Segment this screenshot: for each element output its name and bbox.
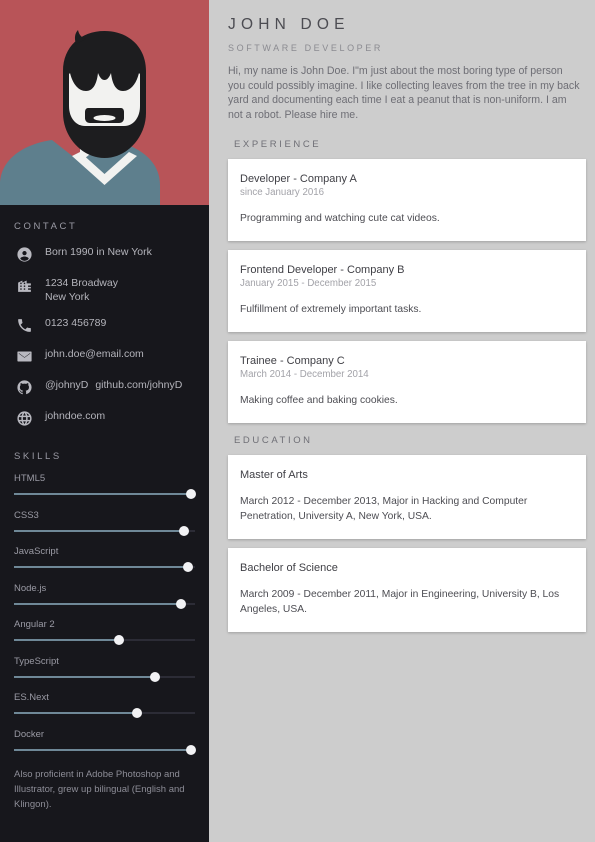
sidebar-note: Also proficient in Adobe Photoshop and I… (14, 768, 185, 810)
page-title: JOHN DOE (228, 16, 350, 33)
contact-github-text: @johnyD github.com/johnyD (45, 377, 182, 393)
slider-fill (14, 639, 119, 641)
education-title: Bachelor of Science (240, 562, 338, 575)
skill-angular2: Angular 2 (14, 619, 195, 645)
skill-slider[interactable] (14, 489, 197, 499)
education-body: March 2012 - December 2013, Major in Hac… (240, 496, 528, 523)
skill-label: CSS3 (14, 509, 39, 521)
slider-fill (14, 675, 156, 678)
contact-email-text: john.doe@email.com (45, 348, 144, 360)
contact-list: Born 1990 in New York 1234 Broadway New … (14, 244, 195, 439)
experience-list: Developer - Company A since January 2016… (228, 159, 586, 424)
skill-nodejs: Node.js (14, 583, 195, 609)
skills-heading: SKILLS (14, 451, 62, 462)
slider-thumb[interactable] (186, 489, 197, 499)
skill-docker: Docker (14, 728, 197, 755)
education-list: Master of Arts March 2012 - December 201… (228, 455, 586, 633)
skill-label: ES.Next (14, 692, 49, 703)
contact-item-website[interactable]: johndoe.com (14, 408, 195, 428)
slider-fill (14, 529, 185, 532)
slider-fill (14, 602, 181, 605)
education-card: Bachelor of Science March 2009 - Decembe… (228, 548, 586, 633)
skill-slider[interactable] (14, 562, 195, 572)
job-role: SOFTWARE DEVELOPER (228, 43, 383, 53)
experience-title: Trainee - Company C (240, 355, 345, 368)
experience-body: Programming and watching cute cat videos… (240, 213, 440, 225)
slider-thumb[interactable] (175, 598, 186, 609)
experience-title: Developer - Company A (240, 173, 357, 186)
skill-label: TypeScript (14, 655, 59, 667)
experience-date: January 2015 - December 2015 (240, 278, 377, 290)
slider-thumb[interactable] (113, 635, 124, 645)
skill-typescript: TypeScript (14, 656, 195, 682)
slider-fill (14, 566, 188, 568)
github-url: github.com/johnyD (95, 379, 183, 391)
resume-page: CONTACT Born 1990 in New York 1234 Broad… (0, 0, 595, 842)
main-content: JOHN DOE SOFTWARE DEVELOPER Hi, my name … (209, 0, 595, 842)
education-card: Master of Arts March 2012 - December 201… (228, 455, 586, 540)
github-icon (14, 377, 34, 397)
skills-list: HTML5 CSS3 JavaScript Node.js Angular 2 … (14, 473, 197, 755)
skill-label: Docker (14, 728, 45, 740)
slider-thumb[interactable] (132, 708, 143, 718)
education-title: Master of Arts (240, 469, 308, 482)
skill-label: Angular 2 (14, 619, 55, 630)
experience-date: March 2014 - December 2014 (240, 369, 369, 381)
contact-item-github[interactable]: @johnyD github.com/johnyD (14, 377, 195, 397)
contact-heading: CONTACT (14, 221, 78, 232)
avatar (0, 0, 209, 205)
contact-item-phone[interactable]: 0123 456789 (14, 315, 195, 335)
contact-item-birth: Born 1990 in New York (14, 244, 195, 264)
sidebar: CONTACT Born 1990 in New York 1234 Broad… (0, 0, 209, 842)
contact-item-address: 1234 Broadway New York (14, 275, 195, 304)
skill-label: JavaScript (14, 546, 59, 557)
experience-card: Frontend Developer - Company B January 2… (228, 250, 586, 333)
education-heading: EDUCATION (234, 435, 313, 447)
slider-fill (14, 748, 192, 751)
skill-slider[interactable] (14, 635, 195, 645)
phone-icon (14, 315, 34, 335)
envelope-icon (14, 346, 34, 366)
slider-thumb[interactable] (186, 744, 197, 755)
contact-birth-text: Born 1990 in New York (45, 246, 152, 258)
education-section: EDUCATION Master of Arts March 2012 - De… (228, 435, 586, 633)
skill-label: HTML5 (14, 473, 46, 484)
experience-title: Frontend Developer - Company B (240, 264, 405, 277)
profile-summary: Hi, my name is John Doe. I"m just about … (228, 65, 580, 121)
experience-date: since January 2016 (240, 187, 325, 199)
github-handle: @johnyD (45, 379, 89, 391)
slider-thumb[interactable] (150, 671, 161, 682)
slider-thumb[interactable] (179, 525, 190, 536)
experience-heading: EXPERIENCE (234, 139, 322, 151)
experience-body: Making coffee and baking cookies. (240, 395, 398, 407)
skill-css3: CSS3 (14, 510, 195, 536)
education-body: March 2009 - December 2011, Major in Eng… (240, 589, 560, 616)
avatar-illustration (0, 0, 209, 205)
skill-esnext: ES.Next (14, 692, 195, 718)
slider-thumb[interactable] (182, 562, 193, 572)
experience-card: Developer - Company A since January 2016… (228, 159, 586, 242)
contact-phone-text: 0123 456789 (45, 317, 107, 329)
sidebar-content: CONTACT Born 1990 in New York 1234 Broad… (0, 205, 209, 812)
person-circle-icon (14, 244, 34, 264)
slider-fill (14, 712, 138, 714)
skill-slider[interactable] (14, 598, 195, 609)
globe-icon (14, 408, 34, 428)
experience-body: Fulfillment of extremely important tasks… (240, 304, 422, 316)
skill-javascript: JavaScript (14, 546, 195, 572)
slider-fill (14, 493, 192, 495)
skill-slider[interactable] (14, 708, 195, 718)
skill-slider[interactable] (14, 671, 195, 682)
experience-card: Trainee - Company C March 2014 - Decembe… (228, 341, 586, 424)
contact-address-text: 1234 Broadway New York (45, 277, 118, 303)
skill-html5: HTML5 (14, 473, 197, 499)
skill-slider[interactable] (14, 744, 197, 755)
contact-website-text: johndoe.com (45, 410, 106, 422)
skill-slider[interactable] (14, 525, 195, 536)
contact-item-email[interactable]: john.doe@email.com (14, 346, 195, 366)
building-icon (14, 275, 34, 295)
skill-label: Node.js (14, 582, 47, 594)
